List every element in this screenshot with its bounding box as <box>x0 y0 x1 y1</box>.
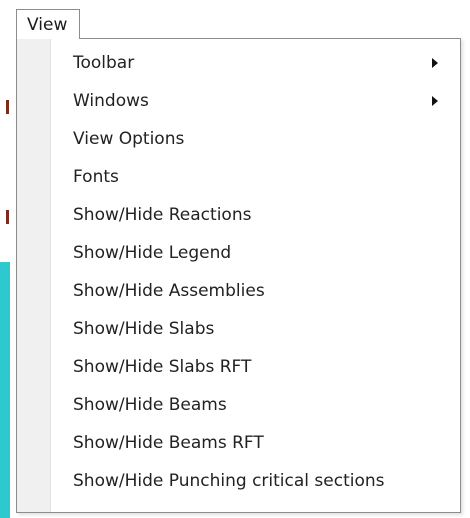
menu-item-show-hide-reactions[interactable]: Show/Hide Reactions <box>17 197 460 233</box>
menu-item-label: Windows <box>73 91 149 111</box>
submenu-arrow-icon <box>432 58 438 68</box>
background-mark <box>6 210 9 224</box>
menu-item-label: Show/Hide Slabs <box>73 319 215 339</box>
menu-item-label: Show/Hide Punching critical sections <box>73 471 385 491</box>
menu-item-label: Show/Hide Reactions <box>73 205 252 225</box>
menu-item-view-options[interactable]: View Options <box>17 121 460 157</box>
background-mark <box>6 100 9 114</box>
menu-item-label: Fonts <box>73 167 119 187</box>
menu-item-label: Show/Hide Slabs RFT <box>73 357 252 377</box>
menu-item-show-hide-beams-rft[interactable]: Show/Hide Beams RFT <box>17 425 460 461</box>
background-window-cyan-area <box>0 262 10 518</box>
menu-item-show-hide-legend[interactable]: Show/Hide Legend <box>17 235 460 271</box>
menu-view-label: View <box>27 15 68 35</box>
menu-item-label: Show/Hide Legend <box>73 243 232 263</box>
menu-item-show-hide-beams[interactable]: Show/Hide Beams <box>17 387 460 423</box>
menu-item-show-hide-assemblies[interactable]: Show/Hide Assemblies <box>17 273 460 309</box>
menu-item-label: View Options <box>73 129 185 149</box>
menu-bar: View <box>0 0 470 39</box>
menu-item-show-hide-punching-critical-sections[interactable]: Show/Hide Punching critical sections <box>17 463 460 499</box>
menu-item-label: Toolbar <box>73 53 135 73</box>
menu-item-show-hide-slabs-rft[interactable]: Show/Hide Slabs RFT <box>17 349 460 385</box>
submenu-arrow-icon <box>432 96 438 106</box>
menu-item-toolbar[interactable]: Toolbar <box>17 45 460 81</box>
menu-item-fonts[interactable]: Fonts <box>17 159 460 195</box>
menu-item-label: Show/Hide Beams RFT <box>73 433 264 453</box>
menu-item-windows[interactable]: Windows <box>17 83 460 119</box>
menu-item-label: Show/Hide Assemblies <box>73 281 265 301</box>
screen: View Toolbar Windows View Options Fonts … <box>0 0 470 518</box>
menu-view[interactable]: View <box>16 9 80 39</box>
view-dropdown-menu: Toolbar Windows View Options Fonts Show/… <box>16 38 461 513</box>
menu-item-show-hide-slabs[interactable]: Show/Hide Slabs <box>17 311 460 347</box>
menu-item-label: Show/Hide Beams <box>73 395 227 415</box>
